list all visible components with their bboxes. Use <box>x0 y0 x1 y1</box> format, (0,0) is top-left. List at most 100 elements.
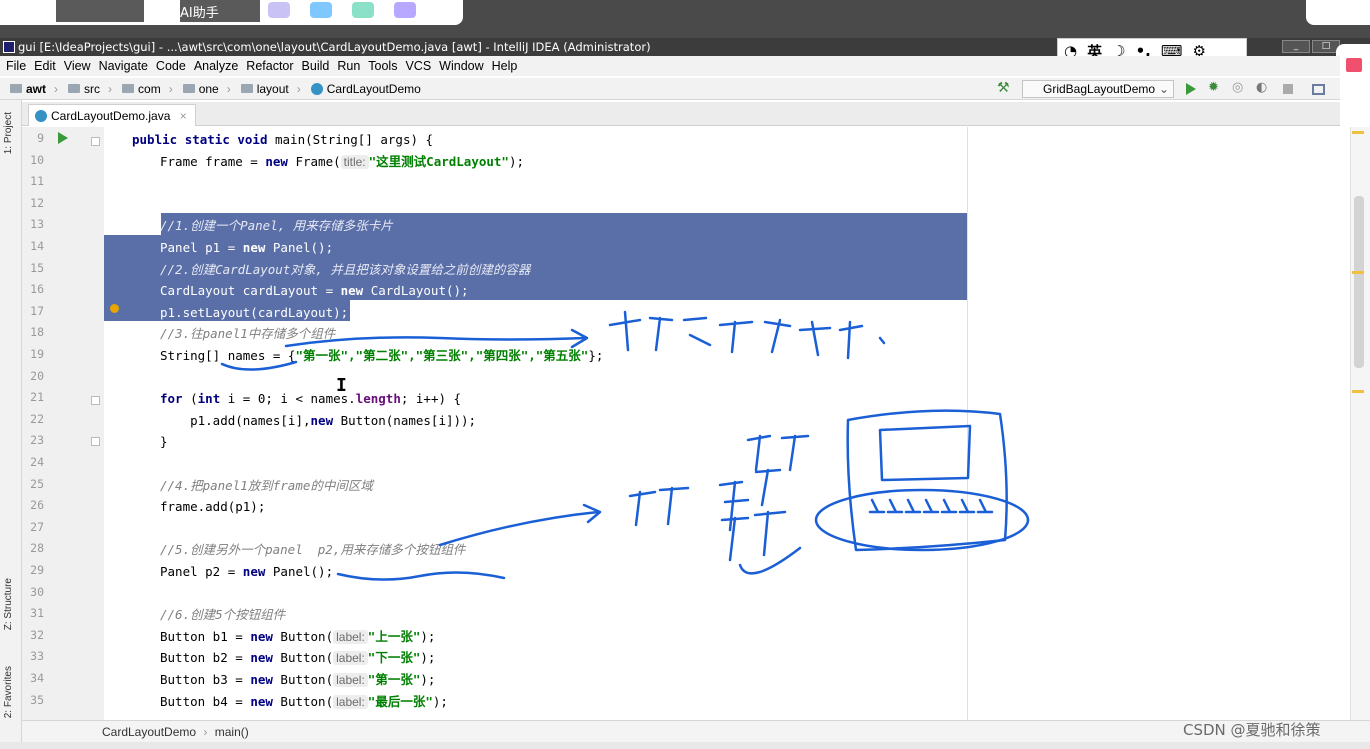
run-main-gutter-icon[interactable] <box>58 132 68 144</box>
line-number: 25 <box>30 476 44 491</box>
breakpoint-icon[interactable] <box>110 304 119 313</box>
menu-vcs[interactable]: VCS <box>405 59 431 73</box>
fold-marker-icon[interactable] <box>91 396 100 405</box>
code-token: Frame( <box>287 153 341 169</box>
folder-icon <box>182 84 195 93</box>
code-token: Panel p1 = <box>160 240 243 255</box>
footer-crumb-method[interactable]: main() <box>215 725 249 739</box>
menu-analyze[interactable]: Analyze <box>194 59 238 73</box>
stop-icon[interactable] <box>1283 84 1293 94</box>
menu-tools[interactable]: Tools <box>368 59 397 73</box>
breadcrumb-layout[interactable]: layout › <box>240 82 301 96</box>
code-token: ); <box>420 650 436 666</box>
line-number: 17 <box>30 303 44 318</box>
menu-bar: File Edit View Navigate Code Analyze Ref… <box>0 56 1340 76</box>
menu-edit[interactable]: Edit <box>34 59 56 73</box>
profile-icon[interactable]: ◐ <box>1256 80 1270 95</box>
menu-run[interactable]: Run <box>337 59 360 73</box>
intellij-app-icon <box>3 41 15 53</box>
browser-toolbar-right <box>1306 0 1370 25</box>
code-comment: //1.创建一个Panel, 用来存储多张卡片 <box>160 218 393 234</box>
coverage-icon[interactable]: ◎ <box>1232 80 1246 95</box>
code-line: Button b4 = new Button(label: "最后一张"); <box>160 691 448 713</box>
favorites-tool-button[interactable]: 2: Favorites <box>3 666 14 718</box>
folder-icon <box>122 84 135 93</box>
code-token: CardLayout(); <box>363 283 469 299</box>
code-token: Panel(); <box>265 240 334 255</box>
chevron-right-icon: › <box>168 81 173 96</box>
code-comment: //3.往panel1中存储多个组件 <box>160 326 336 342</box>
extension-icon[interactable] <box>352 2 374 18</box>
breadcrumb-com[interactable]: com › <box>122 82 173 96</box>
menu-help[interactable]: Help <box>492 59 518 73</box>
warning-marker[interactable] <box>1352 131 1364 134</box>
run-configuration-label: GridBagLayoutDemo <box>1043 82 1156 96</box>
debug-bug-icon[interactable]: ✹ <box>1208 80 1222 95</box>
warning-marker[interactable] <box>1352 271 1364 274</box>
menu-build[interactable]: Build <box>302 59 330 73</box>
breadcrumb-class[interactable]: CardLayoutDemo <box>310 82 421 96</box>
menu-file[interactable]: File <box>6 59 26 73</box>
java-class-icon <box>35 110 47 122</box>
code-token: new <box>265 153 288 169</box>
status-bar <box>0 742 1370 749</box>
breadcrumb-src[interactable]: src › <box>68 82 112 96</box>
breadcrumb-awt[interactable]: awt › <box>10 82 58 96</box>
code-line: //4.把panel1放到frame的中间区域 <box>160 475 373 497</box>
footer-crumb-class[interactable]: CardLayoutDemo <box>102 725 196 739</box>
line-number: 16 <box>30 282 44 297</box>
tab-label: CardLayoutDemo.java <box>51 109 171 123</box>
code-token: Panel(); <box>265 564 334 579</box>
line-number: 12 <box>30 195 44 210</box>
java-class-icon <box>310 82 323 95</box>
parameter-hint: label: <box>333 629 368 644</box>
extension-icon[interactable] <box>394 2 416 18</box>
code-token: new <box>250 672 273 687</box>
code-token: ( <box>182 391 198 407</box>
code-editor[interactable]: public static void main(String[] args) {… <box>104 127 1350 720</box>
extension-icon[interactable] <box>310 2 332 18</box>
breadcrumb-one[interactable]: one › <box>182 82 231 96</box>
code-line: p1.setLayout(cardLayout); <box>160 302 348 324</box>
run-configuration-select[interactable]: GridBagLayoutDemo ⌄ <box>1022 80 1174 98</box>
gift-sidebar[interactable] <box>1336 44 1370 94</box>
code-token: Button b1 = <box>160 628 251 644</box>
code-token: ; i++) { <box>400 391 462 407</box>
fold-marker-icon[interactable] <box>91 137 100 146</box>
menu-code[interactable]: Code <box>156 59 186 73</box>
line-number: 14 <box>30 239 44 253</box>
parameter-hint: label: <box>333 651 368 666</box>
code-line: Button b3 = new Button(label: "第一张"); <box>160 669 435 691</box>
code-line: CardLayout cardLayout = new CardLayout()… <box>160 280 469 302</box>
fold-marker-icon[interactable] <box>91 437 100 446</box>
tab-cardlayoutdemo[interactable]: CardLayoutDemo.java × <box>28 104 196 126</box>
browser-top-strip: AI助手 <box>0 0 1370 38</box>
project-tool-button[interactable]: 1: Project <box>3 112 14 154</box>
minimize-button[interactable]: _ <box>1282 40 1310 53</box>
project-structure-icon[interactable] <box>1312 84 1325 95</box>
code-token: new <box>250 650 273 666</box>
scrollbar-thumb[interactable] <box>1354 196 1364 368</box>
gift-icon <box>1346 58 1362 72</box>
close-icon[interactable]: × <box>180 109 187 123</box>
warning-marker[interactable] <box>1352 390 1364 393</box>
extension-icon[interactable] <box>268 2 290 18</box>
run-icon[interactable] <box>1186 83 1196 95</box>
code-comment: //4.把panel1放到frame的中间区域 <box>160 477 373 493</box>
menu-window[interactable]: Window <box>439 59 483 73</box>
code-line: Button b1 = new Button(label: "上一张"); <box>160 626 435 648</box>
menu-navigate[interactable]: Navigate <box>99 59 148 73</box>
menu-refactor[interactable]: Refactor <box>246 59 293 73</box>
editor-tab-strip: CardLayoutDemo.java × <box>22 102 1340 126</box>
line-number: 18 <box>30 325 44 340</box>
browser-tab[interactable] <box>56 0 144 22</box>
parameter-hint: label: <box>333 694 368 709</box>
menu-view[interactable]: View <box>64 59 91 73</box>
window-title: gui [E:\IdeaProjects\gui] - ...\awt\src\… <box>18 40 651 54</box>
structure-tool-button[interactable]: Z: Structure <box>3 578 14 630</box>
text-cursor-icon: I <box>336 375 347 396</box>
code-token: ); <box>420 628 436 644</box>
breadcrumb-label: awt <box>26 81 47 96</box>
build-hammer-icon[interactable]: ⚒ <box>997 80 1011 96</box>
code-line: Panel p2 = new Panel(); <box>160 561 333 583</box>
